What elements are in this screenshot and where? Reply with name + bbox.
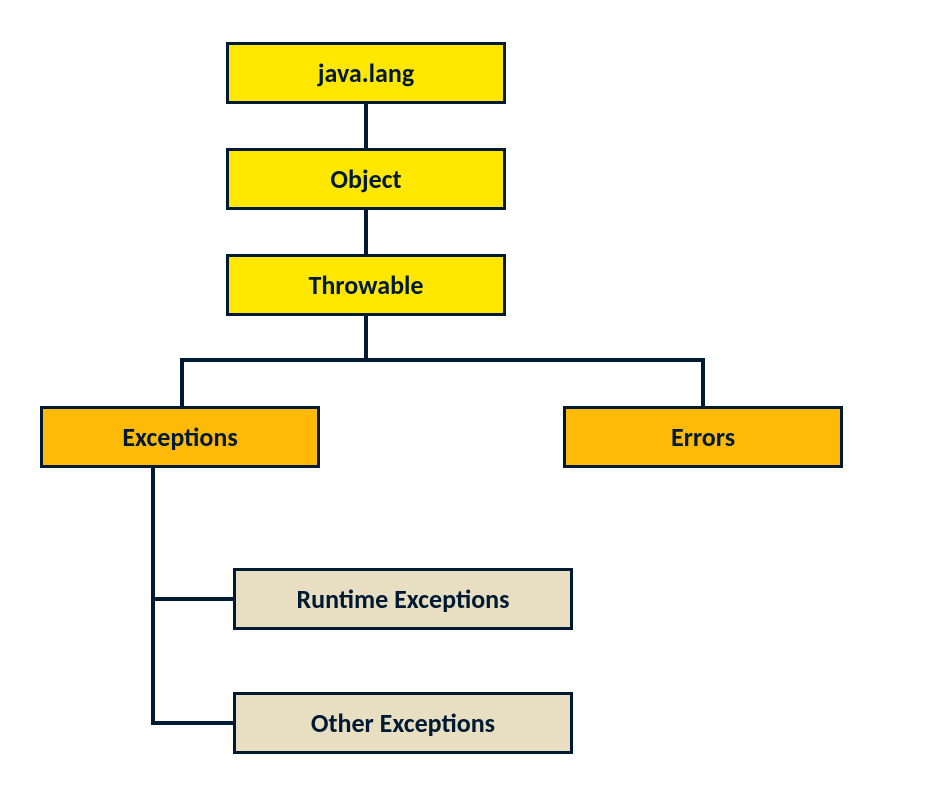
node-other-exceptions: Other Exceptions bbox=[233, 692, 573, 754]
node-errors: Errors bbox=[563, 406, 843, 468]
node-throwable-label: Throwable bbox=[308, 269, 423, 301]
node-object-label: Object bbox=[330, 163, 401, 195]
node-runtime-exceptions-label: Runtime Exceptions bbox=[296, 583, 509, 615]
node-throwable: Throwable bbox=[226, 254, 506, 316]
node-java-lang-label: java.lang bbox=[318, 57, 414, 89]
connector-to-exceptions bbox=[180, 358, 184, 406]
connector-object-throwable bbox=[364, 210, 368, 254]
connector-to-other bbox=[151, 721, 233, 725]
node-object: Object bbox=[226, 148, 506, 210]
node-other-exceptions-label: Other Exceptions bbox=[311, 707, 495, 739]
node-errors-label: Errors bbox=[671, 421, 735, 453]
node-exceptions: Exceptions bbox=[40, 406, 320, 468]
node-java-lang: java.lang bbox=[226, 42, 506, 104]
connector-javalang-object bbox=[364, 104, 368, 148]
connector-to-errors bbox=[701, 358, 705, 406]
node-exceptions-label: Exceptions bbox=[122, 421, 237, 453]
connector-to-runtime bbox=[151, 597, 233, 601]
node-runtime-exceptions: Runtime Exceptions bbox=[233, 568, 573, 630]
connector-throwable-down bbox=[364, 316, 368, 362]
connector-throwable-split-horizontal bbox=[180, 358, 705, 362]
